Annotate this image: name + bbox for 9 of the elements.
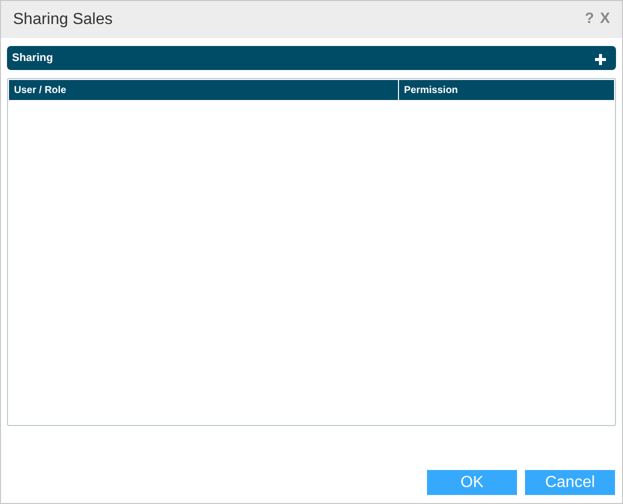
- help-button[interactable]: ?: [584, 8, 594, 31]
- close-button[interactable]: X: [600, 8, 610, 31]
- column-header[interactable]: User / Role: [9, 80, 399, 100]
- panel-title: Sharing: [12, 50, 54, 66]
- window-title: Sharing Sales: [13, 10, 114, 30]
- cancel-button[interactable]: Cancel: [525, 470, 615, 495]
- column-header[interactable]: Permission: [399, 80, 614, 100]
- add-icon[interactable]: [595, 54, 606, 65]
- ok-button[interactable]: OK: [427, 470, 517, 495]
